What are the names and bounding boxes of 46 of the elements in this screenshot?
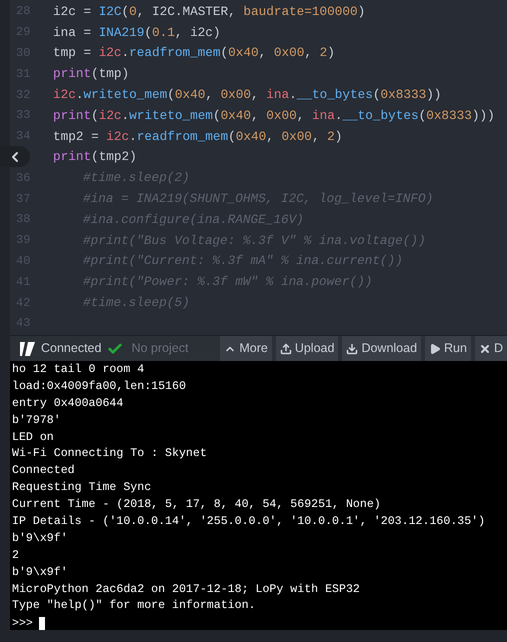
code-line: #time.sleep(2) [82,169,190,188]
toolbar-button[interactable]: Upload [276,336,338,361]
code-line: print(tmp) [53,65,130,84]
terminal-line: Connected [12,463,75,480]
play-icon [429,342,442,354]
terminal-line: IP Details - ('10.0.0.14', '255.0.0.0', '10.0.0.1', '203.12.160.35') [12,514,486,530]
terminal-line: b'9\x9f' [12,530,68,547]
text-cursor [38,617,45,630]
terminal-line: b'9\x9f' [12,564,68,581]
terminal-line: b'7978' [12,412,61,429]
code-line: #print("Bus Voltage: %.3f V" % ina.voltage()) [82,232,426,250]
code-line: #ina = INA219(SHUNT_OHMS, I2C, log_level=INFO) [82,190,434,208]
code-line: print(i2c.writeto_mem(0x40, 0x00, ina.__to_bytes(0x8333))) [53,106,495,125]
logo-icon [19,342,36,356]
code-line: i2c.writeto_mem(0x40, 0x00, ina.__to_bytes(0x8333)) [53,86,442,104]
terminal-line: LED on [12,430,54,446]
collapse-button[interactable] [0,146,30,167]
download-icon [346,342,358,354]
terminal-line: MicroPython 2ac6da2 on 2017-12-18; LoPy with ESP32 [12,582,360,598]
toolbar-button[interactable]: Download [342,336,422,361]
code-line: i2c = I2C(0, I2C.MASTER, baudrate=100000) [53,2,366,21]
code-line: print(tmp2) [53,148,137,166]
code-line: tmp = i2c.readfrom_mem(0x40, 0x00, 2) [53,44,335,62]
terminal-line: Requesting Time Sync [12,480,152,496]
terminal-line: Type "help()" for more information. [12,598,256,614]
code-line: #ina.configure(ina.RANGE_16V) [82,210,304,229]
terminal-line: load:0x4009fa00,len:15160 [12,378,186,395]
toolbar-button[interactable]: D [474,336,507,361]
connection-status: Connected [41,340,102,358]
toolbar-button[interactable]: Run [425,336,471,361]
terminal-prompt: >>> [12,616,33,632]
check-icon [107,340,124,356]
code-line: #time.sleep(5) [82,294,190,312]
close-icon [478,342,491,354]
code-line: #print("Power: %.3f mW" % ina.power()) [82,273,372,292]
code-line: ina = INA219(0.1, i2c) [53,24,221,42]
upload-icon [280,342,292,354]
toolbar-button[interactable]: More [220,336,272,361]
terminal-line: ho 12 tail 0 room 4 [12,362,144,378]
terminal-line: entry 0x400a0644 [12,396,124,412]
project-label: No project [131,340,188,358]
terminal-line: Current Time - (2018, 5, 17, 8, 40, 54, 569251, None) [12,497,381,514]
code-line: #print("Current: %.3f mA" % ina.current()) [82,252,403,270]
terminal-line: 2 [12,548,19,564]
terminal-line: Wi-Fi Connecting To : Skynet [12,446,207,462]
code-line: tmp2 = i2c.readfrom_mem(0x40, 0x00, 2) [53,128,342,146]
